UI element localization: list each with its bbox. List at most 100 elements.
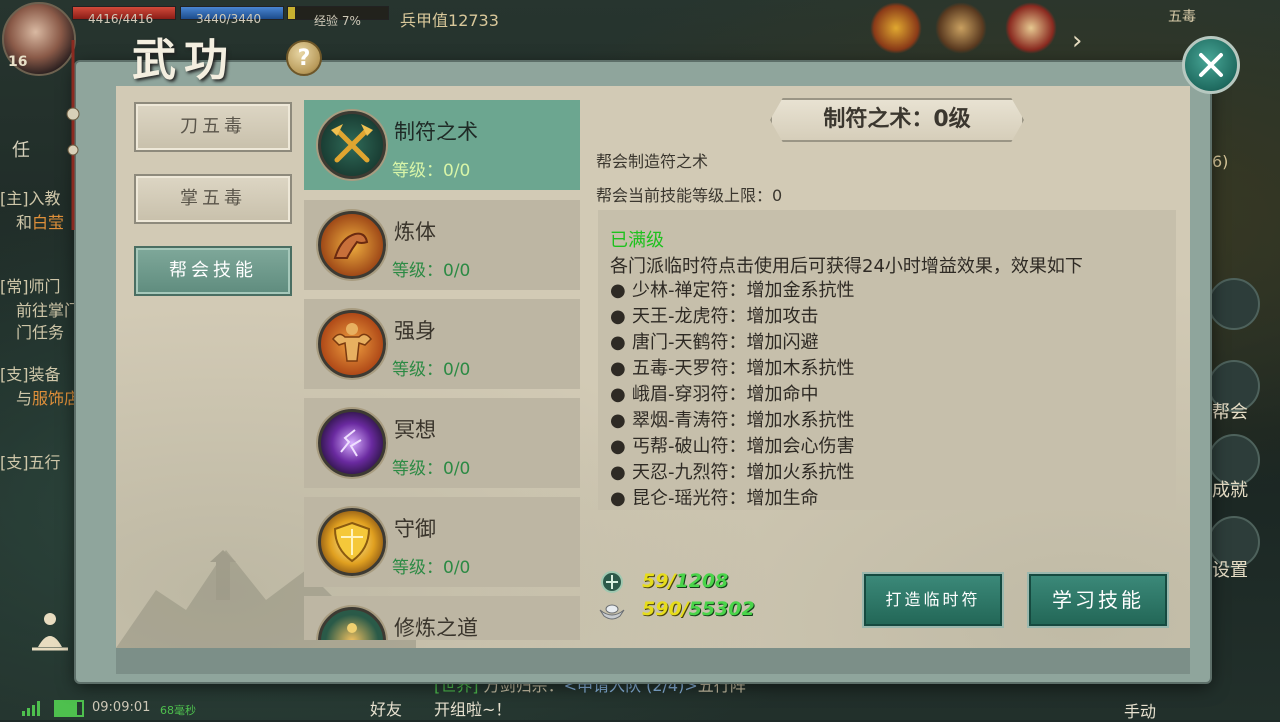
skill-level: 等级：0/0 (392, 261, 471, 281)
bullet-icon: ● (610, 332, 626, 353)
tassel-decoration-icon (66, 40, 80, 230)
purple-orb-glyph (340, 429, 362, 457)
bullet-icon: ● (610, 436, 626, 457)
armor-value: 兵甲值12733 (400, 7, 499, 31)
effect-description-box[interactable]: 已满级 各门派临时符点击使用后可获得24小时增益效果，效果如下 ● 少林-禅定符：… (598, 210, 1176, 510)
contribution-max: 1208 (675, 570, 729, 592)
crossed-axes-icon (318, 111, 386, 179)
armor-number: 12733 (448, 11, 499, 30)
bullet-icon: ● (610, 306, 626, 327)
bullet-icon: ● (610, 384, 626, 405)
skill-item-defense[interactable]: 守御 等级：0/0 (304, 497, 580, 587)
effect-item: ● 五毒-天罗符：增加木系抗性 (610, 356, 855, 382)
effect-item: ● 丐帮-破山符：增加会心伤害 (610, 434, 855, 460)
skill-item-talisman[interactable]: 制符之术 等级：0/0 (304, 100, 580, 190)
skill-item-meditation[interactable]: 冥想 等级：0/0 (304, 398, 580, 488)
skill-name: 强身 (394, 319, 436, 343)
effect-text: 天忍-九烈符：增加火系抗性 (632, 462, 855, 483)
category-tab-guild-skills[interactable]: 帮会技能 (134, 246, 292, 296)
skill-name: 炼体 (394, 220, 436, 244)
task-line[interactable]: 和白莹 (16, 212, 64, 234)
menu-grid-icon[interactable] (1208, 278, 1260, 330)
bullet-icon: ● (610, 462, 626, 483)
craft-talisman-button[interactable]: 打造临时符 (862, 572, 1004, 628)
settings-button-label[interactable]: 设置 (1212, 556, 1248, 582)
task-tab[interactable]: 任 (12, 140, 30, 162)
skill-list[interactable]: 制符之术 等级：0/0 炼体 等级：0/0 强身 等级：0/0 冥想 等级：0/… (304, 100, 580, 640)
skill-item-body-tempering[interactable]: 炼体 等级：0/0 (304, 200, 580, 290)
manual-mode-button[interactable]: 手动 (1124, 698, 1156, 722)
friends-button[interactable]: 好友 (370, 696, 402, 720)
skill-name: 制符之术 (394, 120, 478, 144)
silver-max: 55302 (688, 598, 755, 620)
task-line[interactable]: [常]师门 (0, 276, 61, 298)
exp-text: 经验 7% (314, 14, 361, 28)
effect-text: 昆仑-瑶光符：增加生命 (632, 488, 819, 509)
task-line[interactable]: [支]五行 (0, 452, 61, 474)
skill-detail-title: 制符之术：0级 (770, 98, 1024, 142)
task-line[interactable]: 前往掌门 (16, 300, 80, 322)
contribution-icon (601, 571, 623, 593)
battery-icon (54, 700, 84, 717)
skill-level: 等级：0/0 (392, 360, 471, 380)
task-line[interactable]: [支]装备 (0, 364, 61, 386)
category-tab-palm[interactable]: 掌五毒 (134, 174, 292, 224)
category-tab-blade[interactable]: 刀五毒 (134, 102, 292, 152)
skill-item-cultivation[interactable]: 修炼之道 (304, 596, 580, 640)
bullet-icon: ● (610, 280, 626, 301)
bounty-scroll-icon[interactable] (1005, 2, 1057, 54)
guild-button-label[interactable]: 帮会 (1212, 398, 1248, 424)
golden-shield-glyph (333, 521, 371, 563)
skill-description: 帮会制造符之术 (596, 152, 709, 171)
chevron-right-icon[interactable]: › (1072, 26, 1082, 56)
skill-item-body-strength[interactable]: 强身 等级：0/0 (304, 299, 580, 389)
task-line[interactable]: 与服饰店 (16, 388, 80, 410)
flexing-arm-glyph (333, 232, 369, 259)
effect-text: 峨眉-穿羽符：增加命中 (632, 384, 819, 405)
purple-orb-icon (318, 409, 386, 477)
crossed-axes-glyph (331, 124, 373, 163)
dialog-title: 武功 (132, 35, 236, 86)
bullet-icon: ● (610, 410, 626, 431)
close-button[interactable] (1182, 36, 1240, 94)
clock-time: 09:09:01 (92, 700, 151, 715)
contribution-amount: 59/1208 (642, 570, 728, 592)
silver-current: 590/ (642, 598, 689, 620)
effect-item: ● 唐门-天鹤符：增加闪避 (610, 330, 855, 356)
effect-text: 丐帮-破山符：增加会心伤害 (632, 436, 855, 457)
skill-level: 等级：0/0 (392, 161, 471, 181)
effect-intro: 各门派临时符点击使用后可获得24小时增益效果，效果如下 (610, 256, 1083, 277)
task-text: 与 (16, 389, 33, 408)
effect-item: ● 峨眉-穿羽符：增加命中 (610, 382, 855, 408)
battery-fill (56, 702, 77, 715)
learn-skill-button[interactable]: 学习技能 (1027, 572, 1169, 628)
effect-item: ● 昆仑-瑶光符：增加生命 (610, 486, 855, 510)
exp-bar-fill (288, 7, 295, 19)
effect-text: 翠烟-青涛符：增加水系抗性 (632, 410, 855, 431)
effect-text: 五毒-天罗符：增加木系抗性 (632, 358, 855, 379)
flexing-arm-icon (318, 211, 386, 279)
event-scroll-icon[interactable] (935, 2, 987, 54)
dialog-bottom-band (116, 648, 1190, 674)
achievement-button-label[interactable]: 成就 (1212, 476, 1248, 502)
effect-text: 少林-禅定符：增加金系抗性 (632, 280, 855, 301)
effect-item: ● 天忍-九烈符：增加火系抗性 (610, 460, 855, 486)
effect-text: 天王-龙虎符：增加攻击 (632, 306, 819, 327)
signal-icon (22, 701, 40, 716)
silver-ingot-icon (599, 604, 625, 620)
contribution-current: 59/ (642, 570, 676, 592)
meditate-icon[interactable] (24, 605, 76, 657)
help-button[interactable]: ? (286, 40, 322, 76)
task-line[interactable]: [主]入教 (0, 188, 61, 210)
armor-label: 兵甲值 (400, 11, 449, 30)
task-line[interactable]: 门任务 (16, 322, 64, 344)
bullet-icon: ● (610, 488, 626, 509)
treasure-chest-icon[interactable] (870, 2, 922, 54)
chat-message-continued: 开组啦~！ (434, 700, 512, 719)
effect-text: 唐门-天鹤符：增加闪避 (632, 332, 819, 353)
task-text: 和 (16, 213, 33, 232)
skill-level-cap: 帮会当前技能等级上限：0 (596, 186, 783, 205)
task-npc-link: 白莹 (32, 213, 65, 232)
effect-item: ● 翠烟-青涛符：增加水系抗性 (610, 408, 855, 434)
map-name-label: 五毒 (1168, 9, 1196, 25)
